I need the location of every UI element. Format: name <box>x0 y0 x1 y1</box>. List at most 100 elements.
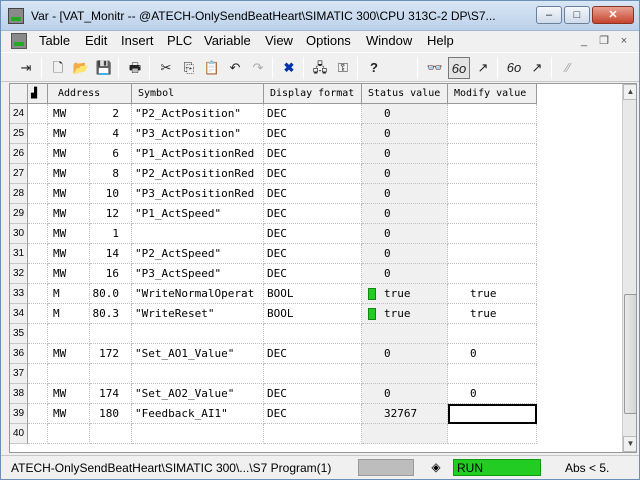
row-gutter[interactable] <box>28 144 48 164</box>
disconnect-icon[interactable]: ✖ <box>278 57 300 79</box>
address-number[interactable]: 172 <box>90 344 132 364</box>
mdi-minimize-icon[interactable]: _ <box>575 33 593 49</box>
modify-value-cell[interactable] <box>448 164 537 184</box>
row-number[interactable]: 26 <box>10 144 28 164</box>
modify-value-cell[interactable]: true <box>448 304 537 324</box>
display-format-cell[interactable] <box>264 324 362 344</box>
row-gutter[interactable] <box>28 364 48 384</box>
minimize-button[interactable]: – <box>536 6 562 24</box>
address-number[interactable]: 16 <box>90 264 132 284</box>
header-display-format[interactable]: Display format <box>264 84 362 104</box>
modify-value-cell[interactable]: 0 <box>448 344 537 364</box>
mdi-restore-icon[interactable]: ❐ <box>595 33 613 49</box>
row-number[interactable]: 31 <box>10 244 28 264</box>
header-modify-value[interactable]: Modify value <box>448 84 537 104</box>
accessible-nodes-icon[interactable]: ⚿ <box>332 57 354 79</box>
modify-value-cell[interactable]: true <box>448 284 537 304</box>
cut-icon[interactable]: ✂ <box>155 57 177 79</box>
scroll-down-icon[interactable]: ▼ <box>623 436 636 452</box>
address-number[interactable]: 4 <box>90 124 132 144</box>
menu-plc[interactable]: PLC <box>167 33 192 48</box>
address-number[interactable]: 2 <box>90 104 132 124</box>
help-icon[interactable]: ? <box>363 57 385 79</box>
modify-value-cell[interactable] <box>448 264 537 284</box>
activate-modify-icon[interactable]: ↗ <box>526 57 548 79</box>
address-operand[interactable]: MW <box>48 104 90 124</box>
row-gutter[interactable] <box>28 344 48 364</box>
menu-help[interactable]: Help <box>427 33 454 48</box>
address-operand[interactable]: MW <box>48 184 90 204</box>
document-icon[interactable] <box>11 33 27 49</box>
row-number[interactable]: 40 <box>10 424 28 444</box>
symbol-cell[interactable]: "Set_AO1_Value" <box>132 344 264 364</box>
redo-icon[interactable]: ↷ <box>247 57 269 79</box>
display-format-cell[interactable]: BOOL <box>264 284 362 304</box>
header-symbol[interactable]: Symbol <box>132 84 264 104</box>
mdi-close-icon[interactable]: × <box>615 33 633 49</box>
row-number[interactable]: 37 <box>10 364 28 384</box>
row-number[interactable]: 35 <box>10 324 28 344</box>
display-format-cell[interactable]: DEC <box>264 264 362 284</box>
address-operand[interactable]: MW <box>48 384 90 404</box>
header-status-value[interactable]: Status value <box>362 84 448 104</box>
row-number[interactable]: 24 <box>10 104 28 124</box>
menu-options[interactable]: Options <box>306 33 351 48</box>
symbol-cell[interactable]: "WriteReset" <box>132 304 264 324</box>
symbol-cell[interactable] <box>132 224 264 244</box>
undo-icon[interactable]: ↶ <box>224 57 246 79</box>
address-operand[interactable]: M <box>48 304 90 324</box>
save-icon[interactable]: 💾 <box>93 57 115 79</box>
row-gutter[interactable] <box>28 304 48 324</box>
row-gutter[interactable] <box>28 204 48 224</box>
address-operand[interactable]: MW <box>48 224 90 244</box>
modify-value-cell[interactable] <box>448 204 537 224</box>
display-format-cell[interactable]: BOOL <box>264 304 362 324</box>
address-number[interactable]: 80.3 <box>90 304 132 324</box>
symbol-cell[interactable]: "P1_ActPositionRed <box>132 144 264 164</box>
row-gutter[interactable] <box>28 324 48 344</box>
symbol-cell[interactable] <box>132 424 264 444</box>
modify-value-cell[interactable] <box>448 364 537 384</box>
row-gutter[interactable] <box>28 404 48 424</box>
modify-value-cell[interactable] <box>448 184 537 204</box>
address-operand[interactable]: MW <box>48 144 90 164</box>
column-select-icon[interactable]: ▟ <box>28 84 48 104</box>
row-number[interactable]: 36 <box>10 344 28 364</box>
display-format-cell[interactable] <box>264 424 362 444</box>
menu-variable[interactable]: Variable <box>204 33 251 48</box>
address-number[interactable]: 174 <box>90 384 132 404</box>
row-gutter[interactable] <box>28 384 48 404</box>
address-number[interactable] <box>90 424 132 444</box>
address-operand[interactable] <box>48 424 90 444</box>
symbol-cell[interactable]: "P1_ActSpeed" <box>132 204 264 224</box>
header-address[interactable]: Address <box>48 84 132 104</box>
print-icon[interactable]: 🖶 <box>124 57 146 79</box>
address-number[interactable]: 8 <box>90 164 132 184</box>
address-operand[interactable]: MW <box>48 264 90 284</box>
row-gutter[interactable] <box>28 164 48 184</box>
row-gutter[interactable] <box>28 264 48 284</box>
symbol-cell[interactable] <box>132 324 264 344</box>
address-number[interactable]: 180 <box>90 404 132 424</box>
row-gutter[interactable] <box>28 124 48 144</box>
update-monitor-icon[interactable]: 6o <box>503 57 525 79</box>
display-format-cell[interactable]: DEC <box>264 204 362 224</box>
row-number[interactable]: 27 <box>10 164 28 184</box>
modify-value-cell[interactable] <box>448 424 537 444</box>
symbol-cell[interactable]: "P3_ActSpeed" <box>132 264 264 284</box>
address-operand[interactable] <box>48 324 90 344</box>
row-gutter[interactable] <box>28 424 48 444</box>
symbol-cell[interactable]: "P2_ActSpeed" <box>132 244 264 264</box>
menu-insert[interactable]: Insert <box>121 33 154 48</box>
display-format-cell[interactable]: DEC <box>264 144 362 164</box>
maximize-button[interactable]: □ <box>564 6 590 24</box>
display-format-cell[interactable]: DEC <box>264 184 362 204</box>
scroll-up-icon[interactable]: ▲ <box>623 84 636 100</box>
modify-value-cell[interactable]: 0 <box>448 384 537 404</box>
display-format-cell[interactable]: DEC <box>264 124 362 144</box>
address-number[interactable] <box>90 364 132 384</box>
insert-line-icon[interactable]: ⇥ <box>15 57 37 79</box>
modify-value-cell[interactable] <box>448 244 537 264</box>
open-icon[interactable]: 📂 <box>70 57 92 79</box>
row-number[interactable]: 29 <box>10 204 28 224</box>
